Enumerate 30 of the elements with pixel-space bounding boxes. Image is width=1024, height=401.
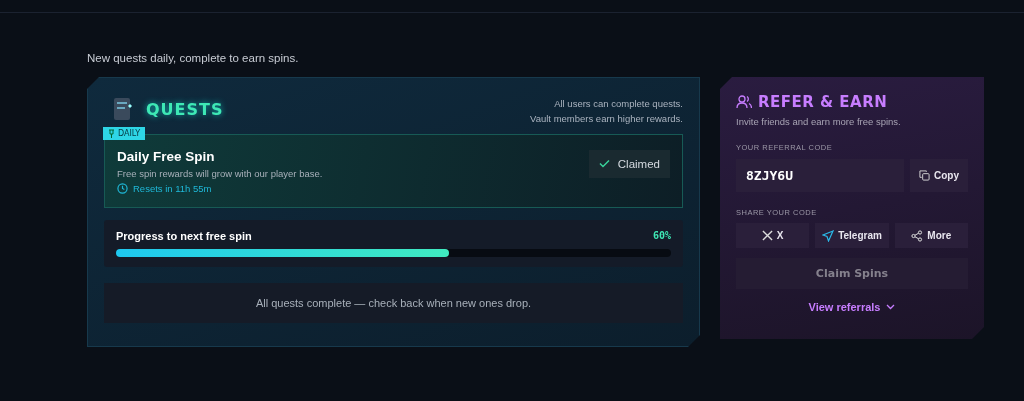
quests-note: All users can complete quests. <box>554 98 683 109</box>
clock-icon <box>117 183 128 194</box>
referral-code: 8ZJY6U <box>736 159 904 192</box>
share-button[interactable]: More <box>894 223 968 248</box>
quest-title: Daily Free Spin <box>117 149 216 164</box>
refer-subtitle: Invite friends and earn more free spins. <box>736 116 902 127</box>
quests-title: QUESTS <box>146 99 224 119</box>
progress-label: Progress to next free spin <box>116 230 252 242</box>
chevron-down-icon <box>886 304 896 310</box>
pin-icon <box>108 129 115 138</box>
users-icon <box>736 95 752 109</box>
reset-timer: Resets in 11h 55m <box>133 183 212 194</box>
claimed-button[interactable]: Claimed <box>588 149 670 178</box>
scroll-icon <box>112 96 134 122</box>
share-button[interactable]: X <box>736 223 810 248</box>
quests-note: Vault members earn higher rewards. <box>530 113 683 124</box>
check-icon <box>598 159 610 168</box>
intro-text: New quests daily, complete to earn spins. <box>87 52 300 64</box>
quest-description: Free spin rewards will grow with our player base. <box>117 168 323 179</box>
progress-percent: 60% <box>652 230 671 242</box>
refer-title: REFER & EARN <box>758 93 888 111</box>
copy-button[interactable]: Copy <box>910 159 968 192</box>
paper-plane-icon <box>822 229 835 242</box>
copy-icon <box>919 170 930 181</box>
share-icon <box>911 229 924 242</box>
x-icon <box>761 230 773 241</box>
empty-message: All quests complete — check back when new ones drop. <box>255 297 532 309</box>
tag-label: DAILY <box>118 129 141 138</box>
view-referrals-link[interactable]: View referrals <box>808 301 896 313</box>
share-button[interactable]: Telegram <box>815 223 889 248</box>
